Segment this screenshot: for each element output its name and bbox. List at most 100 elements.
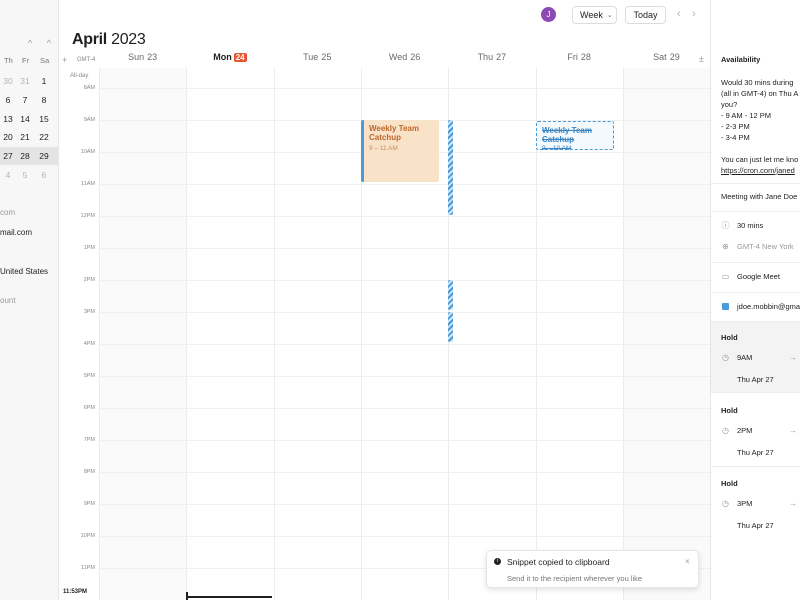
day-name: Sat [653,52,667,62]
availability-panel: Availability Would 30 mins during (all i… [710,0,800,600]
meeting-title-field[interactable]: Meeting with Jane Doe [721,191,797,202]
hour-label: 5PM [83,373,95,379]
conferencing-field[interactable]: Google Meet [737,272,780,281]
today-button[interactable]: Today [625,6,666,24]
mini-calendar-week: 456 [0,166,58,184]
day-header-wed[interactable]: Wed 26 [361,52,448,66]
message-line[interactable]: (all in GMT-4) on Thu A [721,88,798,99]
day-header-mon[interactable]: Mon 24 [186,52,273,66]
mini-calendar-day[interactable]: 31 [18,76,32,86]
sidebar-account-domain: com [0,208,16,217]
booking-link[interactable]: https://cron.com/janed [721,165,795,176]
mini-calendar-day[interactable]: 14 [18,114,32,124]
mini-calendar-day[interactable]: 6 [1,95,15,105]
message-slot[interactable]: - 9 AM - 12 PM [721,110,771,121]
arrow-right-icon: → [789,353,797,362]
message-slot[interactable]: - 2-3 PM [721,121,750,132]
day-column[interactable] [186,68,273,600]
user-avatar[interactable]: J [541,7,556,22]
hour-label: 3PM [83,309,95,315]
day-column[interactable] [448,68,535,600]
day-header-sat[interactable]: Sat 29 [623,52,710,66]
sidebar-account-link[interactable]: ount [0,296,16,305]
mini-calendar-week: 20 21 22 [0,128,58,146]
weekday-label: Th [4,56,13,65]
divider [711,466,800,467]
mini-calendar-day[interactable]: 20 [1,132,15,142]
day-column[interactable] [622,68,711,600]
mini-calendar-day[interactable]: 30 [1,76,15,86]
mini-calendar-day[interactable]: 13 [1,114,15,124]
message-line[interactable]: You can just let me kno [721,154,798,165]
panel-title: Availability [721,55,761,64]
calendar-color-icon [722,303,729,310]
next-week-icon[interactable]: › [692,8,696,20]
hold-date: Thu Apr 27 [737,448,774,457]
info-icon: i [494,558,501,565]
chevron-down-icon: ⌄ [606,12,613,19]
mini-calendar-week: 678 [0,91,58,109]
hold-item[interactable]: Hold ◷ 3PM → Thu Apr 27 [711,468,800,538]
mini-calendar-day[interactable]: 8 [37,95,51,105]
hold-item[interactable]: Hold ◷ 2PM → Thu Apr 27 [711,395,800,465]
hold-item[interactable]: Hold ◷ 9AM → Thu Apr 27 [711,322,800,392]
sidebar-country[interactable]: United States [0,267,48,276]
clock-icon: ◷ [722,353,729,362]
calendar-field[interactable]: jdoe.mobbin@gma [737,302,800,311]
sidebar-account-email[interactable]: mail.com [0,228,32,237]
mini-calendar-week: 30 31 1 [0,72,58,90]
availability-slot-9am[interactable] [448,120,453,215]
message-slot[interactable]: - 3-4 PM [721,132,750,143]
day-column[interactable] [273,68,361,600]
day-number: 29 [669,52,680,62]
day-header-thu[interactable]: Thu 27 [448,52,535,66]
mini-calendar-day[interactable]: 22 [37,132,51,142]
mini-calendar-week: 27 28 29 [0,147,58,165]
availability-slot-3pm[interactable] [448,312,453,342]
hold-time: 3PM [737,499,753,508]
mini-calendar-day[interactable]: 27 [1,151,15,161]
event-title: Weekly Team Catchup [369,124,419,142]
hour-label: 9PM [83,501,95,507]
hold-date: Thu Apr 27 [737,375,774,384]
mini-calendar-day[interactable]: 7 [18,95,32,105]
timezone-field[interactable]: GMT-4 New York [737,242,794,251]
mini-calendar-day[interactable]: 21 [18,132,32,142]
close-icon[interactable]: × [685,557,690,566]
mini-calendar-day[interactable]: 5 [18,170,32,180]
mini-calendar-day[interactable]: 15 [37,114,51,124]
hour-label: 9AM [83,117,95,123]
divider [711,392,800,393]
hour-label: 12PM [80,213,95,219]
availability-slot-2pm[interactable] [448,280,453,310]
event-proposed-slot[interactable]: Weekly Team Catchup 9 – 10 AM [536,121,614,152]
month-label: April [72,31,107,48]
hour-label: 8AM [83,85,95,91]
day-header-tue[interactable]: Tue 25 [274,52,361,66]
message-line[interactable]: Would 30 mins during [721,77,793,88]
divider [711,292,800,293]
mini-calendar-day[interactable]: 1 [37,76,51,86]
day-header-fri[interactable]: Fri 28 [536,52,623,66]
day-number: 27 [496,52,507,62]
message-line[interactable]: you? [721,99,737,110]
hour-line [99,536,710,537]
hour-label: 11PM [81,565,95,571]
view-selector-label: Week [580,10,603,20]
mini-calendar-day[interactable]: 4 [1,170,15,180]
day-header-sun[interactable]: Sun 23 [99,52,186,66]
mini-calendar-nav[interactable]: ^ ^ [28,38,57,48]
hour-line [99,216,710,217]
mini-calendar-day[interactable]: 6 [37,170,51,180]
day-name: Thu [477,52,494,62]
prev-week-icon[interactable]: ‹ [677,8,681,20]
mini-calendar-day[interactable]: 28 [18,151,32,161]
divider [711,262,800,263]
day-column[interactable] [99,68,187,600]
weekday-label: Fr [22,56,30,65]
mini-calendar-day[interactable]: 29 [37,151,51,161]
event-weekly-team-catchup[interactable]: Weekly Team Catchup 9 – 11 AM [361,120,439,182]
add-timezone-icon[interactable]: + [62,55,67,65]
view-selector[interactable]: Week ⌄ [572,6,617,24]
duration-field[interactable]: 30 mins [737,221,763,230]
